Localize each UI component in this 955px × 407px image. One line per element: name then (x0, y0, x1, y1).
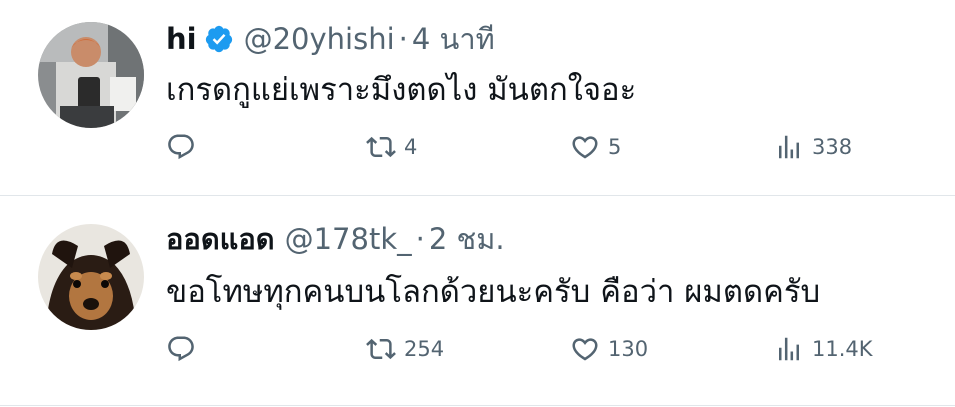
like-count: 130 (608, 337, 649, 361)
tweet-header: hi @20yhishi · 4 นาที (166, 22, 495, 56)
avatar[interactable] (38, 22, 144, 128)
action-bar: 254 130 11.4K (166, 333, 895, 365)
timestamp[interactable]: 4 นาที (412, 22, 495, 56)
display-name[interactable]: ออดแอด (166, 222, 275, 256)
views-button[interactable]: 11.4K (774, 333, 873, 365)
tweet[interactable]: hi @20yhishi · 4 นาที เกรดกูแย่เพราะมึงต… (0, 0, 955, 196)
tweet[interactable]: ออดแอด @178tk_ · 2 ชม. ขอโทษทุกคนบนโลกด้… (0, 196, 955, 406)
reply-button[interactable] (166, 333, 204, 365)
separator: · (398, 22, 408, 56)
retweet-icon (366, 338, 396, 360)
tweet-header: ออดแอด @178tk_ · 2 ชม. (166, 222, 505, 256)
display-name[interactable]: hi (166, 22, 197, 56)
retweet-icon (366, 136, 396, 158)
views-icon (779, 337, 799, 361)
handle[interactable]: @20yhishi (244, 22, 395, 56)
tweet-text: ขอโทษทุกคนบนโลกด้วยนะครับ คือว่า ผมตดครั… (166, 274, 821, 310)
view-count: 11.4K (812, 337, 873, 361)
like-count: 5 (608, 135, 622, 159)
retweet-button[interactable]: 4 (366, 131, 417, 163)
separator: · (415, 222, 425, 256)
avatar[interactable] (38, 224, 144, 330)
reply-button[interactable] (166, 131, 204, 163)
views-icon (779, 135, 799, 159)
timestamp[interactable]: 2 ชม. (429, 222, 505, 256)
action-bar: 4 5 338 (166, 131, 895, 163)
like-button[interactable]: 5 (570, 131, 621, 163)
views-button[interactable]: 338 (774, 131, 852, 163)
like-icon (572, 136, 598, 159)
like-icon (572, 338, 598, 361)
reply-icon (168, 336, 194, 362)
reply-icon (168, 134, 194, 160)
tweet-text: เกรดกูแย่เพราะมึงตดไง มันตกใจอะ (166, 72, 637, 108)
retweet-button[interactable]: 254 (366, 333, 444, 365)
retweet-count: 4 (404, 135, 418, 159)
retweet-count: 254 (404, 337, 445, 361)
verified-badge-icon (204, 24, 234, 54)
handle[interactable]: @178tk_ (285, 222, 412, 256)
view-count: 338 (812, 135, 853, 159)
like-button[interactable]: 130 (570, 333, 648, 365)
